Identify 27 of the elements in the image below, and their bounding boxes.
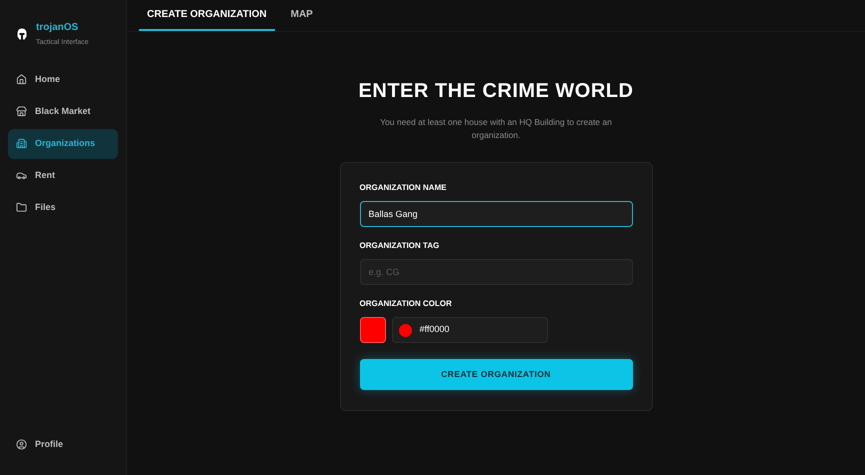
input-field[interactable]: Ballas Gang: [360, 201, 632, 227]
page-subtitle: You need at least one house with an HQ Building to create an organization.: [379, 116, 613, 142]
color-value: #ff0000: [420, 323, 450, 336]
page-heading: ENTER THE CRIME WORLD: [358, 79, 634, 104]
sidebar-item[interactable]: Files: [8, 192, 118, 222]
sidebar-item[interactable]: Organizations: [8, 128, 118, 158]
field-label: ORGANIZATION NAME: [360, 182, 448, 194]
house-icon: [16, 74, 27, 85]
car-icon: [16, 170, 27, 181]
input-field[interactable]: e.g. CG: [360, 259, 632, 285]
color-input-field[interactable]: #ff0000: [392, 317, 548, 343]
user-icon: [16, 438, 27, 450]
field-label: ORGANIZATION COLOR: [360, 298, 453, 310]
tab[interactable]: MAP: [282, 0, 321, 31]
store-icon: [16, 106, 27, 117]
brand-name: trojanOS: [36, 21, 80, 35]
folder-icon: [16, 202, 27, 213]
sidebar-item[interactable]: Home: [8, 64, 118, 94]
helmet-icon: [16, 27, 28, 42]
sidebar-item[interactable]: Black Market: [8, 96, 118, 126]
color-swatch[interactable]: [360, 317, 386, 343]
building-icon: [16, 138, 27, 149]
create-organization-button[interactable]: CREATE ORGANIZATION: [360, 359, 632, 390]
tab[interactable]: CREATE ORGANIZATION: [139, 0, 275, 31]
sidebar-item[interactable]: Rent: [8, 160, 118, 190]
profile-link[interactable]: Profile: [8, 438, 118, 451]
field-label: ORGANIZATION TAG: [360, 240, 440, 252]
